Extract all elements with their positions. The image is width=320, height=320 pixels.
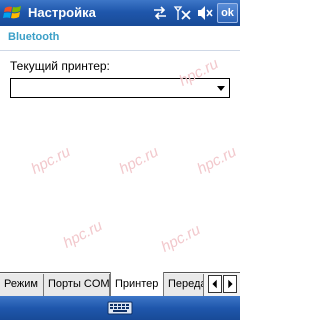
ok-button[interactable]: ok [217, 3, 238, 23]
tab-printer[interactable]: Принтер [110, 272, 164, 296]
tab-mode[interactable]: Режим [0, 274, 44, 296]
tab-transfer[interactable]: Переда [164, 274, 204, 296]
title-bar: Настройка ok [0, 0, 240, 26]
tab-scroll-right-icon[interactable] [223, 275, 237, 293]
windows-start-icon[interactable] [2, 2, 24, 24]
page-heading: Bluetooth [0, 26, 240, 51]
signal-off-icon[interactable] [172, 4, 192, 22]
volume-muted-icon[interactable] [196, 4, 214, 22]
menu-bar [0, 296, 240, 320]
watermark-text: hpc.ru [158, 221, 204, 256]
watermark-text: hpc.ru [60, 217, 106, 252]
watermark-text: hpc.ru [116, 143, 162, 178]
page-title: Bluetooth [8, 31, 60, 43]
current-printer-label: Текущий принтер: [10, 59, 110, 73]
tab-scroll-left-icon[interactable] [208, 275, 222, 293]
keyboard-icon[interactable] [104, 300, 136, 316]
connectivity-icon[interactable] [152, 4, 168, 22]
window-title: Настройка [28, 5, 96, 20]
chevron-down-icon[interactable] [216, 83, 226, 93]
tab-bar: Режим Порты COM Принтер Переда [0, 272, 240, 296]
tab-com-ports[interactable]: Порты COM [44, 274, 110, 296]
watermark-text: hpc.ru [28, 143, 74, 178]
watermark-text: hpc.ru [194, 143, 240, 178]
